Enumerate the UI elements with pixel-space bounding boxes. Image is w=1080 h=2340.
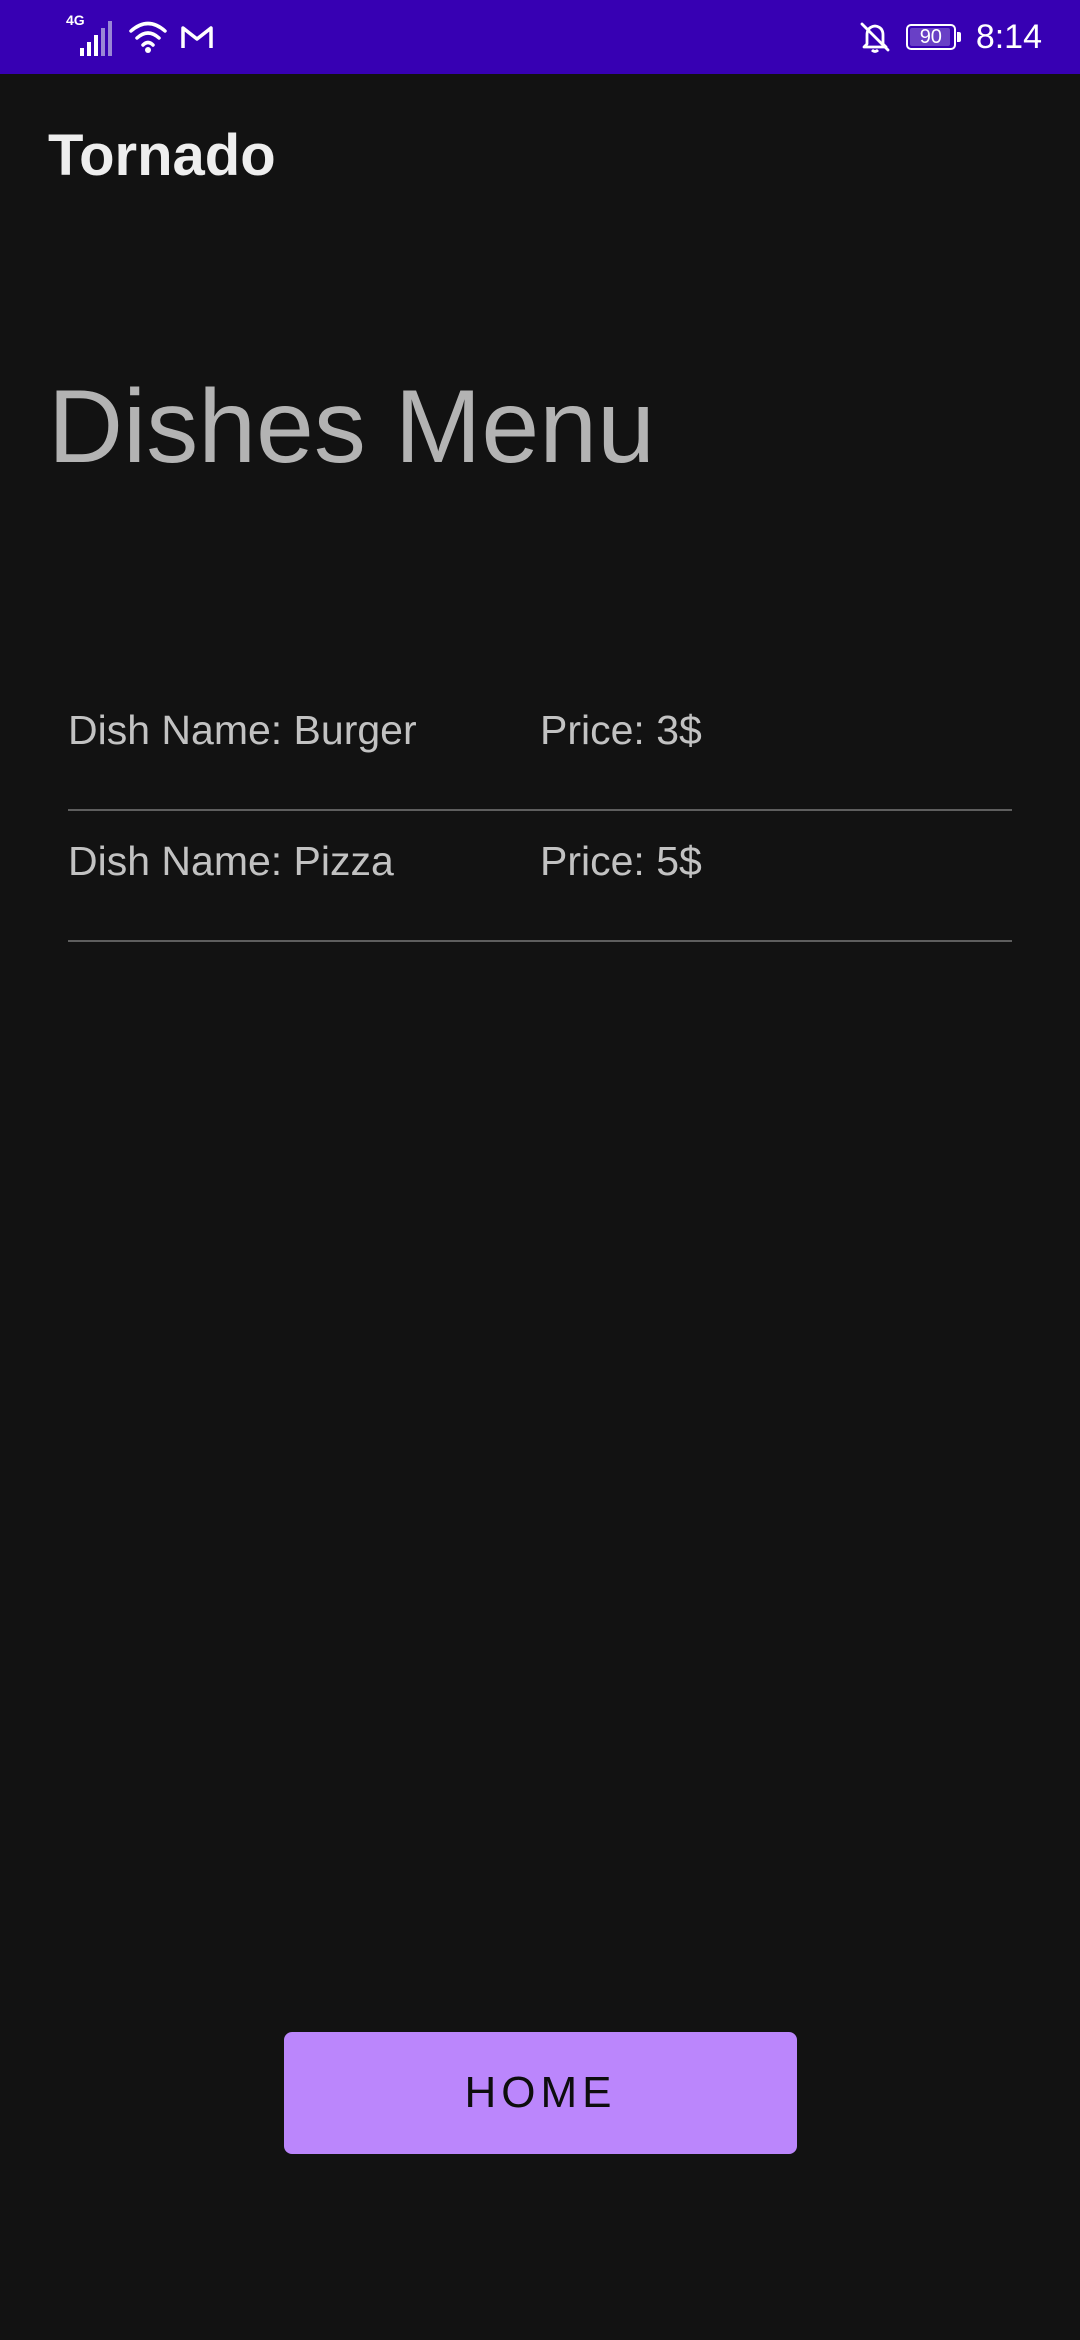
status-right-icons: 90 8:14: [858, 12, 1042, 62]
bell-off-icon: [858, 20, 892, 54]
battery-icon: 90: [905, 24, 961, 50]
gmail-icon: [180, 23, 214, 51]
status-left-icons: 4G: [66, 12, 214, 58]
home-button[interactable]: HOME: [284, 2032, 797, 2154]
screen: 4G 90 8:14 Tornado Dishes Menu Dish Name…: [0, 0, 1080, 2340]
dish-price: Price: 5$: [540, 838, 702, 884]
dish-name: Dish Name: Pizza: [68, 838, 394, 884]
dish-price: Price: 3$: [540, 707, 702, 753]
dish-name: Dish Name: Burger: [68, 707, 417, 753]
app-title: Tornado: [48, 123, 276, 188]
status-bar: 4G 90 8:14: [0, 0, 1080, 74]
battery-level-text: 90: [919, 26, 942, 48]
page-title: Dishes Menu: [48, 369, 655, 485]
wifi-icon: [128, 19, 168, 55]
dish-row-burger[interactable]: Dish Name: Burger Price: 3$: [68, 680, 1012, 811]
dish-row-pizza[interactable]: Dish Name: Pizza Price: 5$: [68, 811, 1012, 942]
status-time: 8:14: [975, 18, 1042, 56]
dish-list: Dish Name: Burger Price: 3$ Dish Name: P…: [68, 680, 1012, 942]
signal-icon: 4G: [66, 12, 116, 58]
